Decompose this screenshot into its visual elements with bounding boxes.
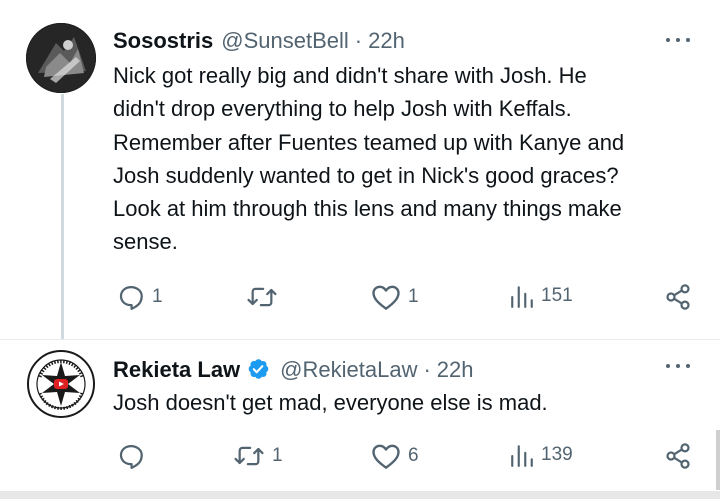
more-dot-icon xyxy=(666,364,670,368)
tweet-2[interactable]: Rekieta Law @RekietaLaw · 22h Josh doesn… xyxy=(0,340,720,491)
views-chart-icon xyxy=(511,286,533,308)
retweet-icon xyxy=(234,446,264,466)
more-dot-icon xyxy=(686,38,690,42)
more-options-button[interactable] xyxy=(666,34,690,46)
retweet-icon xyxy=(247,287,277,307)
user-avatar[interactable] xyxy=(26,23,96,93)
scrollbar[interactable] xyxy=(716,430,720,490)
like-button[interactable]: 1 xyxy=(371,283,419,311)
display-name[interactable]: Rekieta Law xyxy=(113,357,240,383)
like-count: 1 xyxy=(408,286,419,307)
heart-icon xyxy=(372,444,400,469)
more-dot-icon xyxy=(676,38,680,42)
heart-icon xyxy=(372,285,400,310)
tweet-header: Rekieta Law @RekietaLaw · 22h xyxy=(113,353,474,383)
retweet-button[interactable] xyxy=(246,283,285,311)
verified-badge-icon xyxy=(248,359,269,379)
lawyer-star-seal-avatar-icon xyxy=(27,350,95,418)
tweet-1[interactable]: Sosostris @SunsetBell · 22h Nick got rea… xyxy=(0,0,720,339)
tweet-text: Josh doesn't get mad, everyone else is m… xyxy=(113,390,548,415)
user-handle[interactable]: @SunsetBell xyxy=(221,28,349,54)
reply-icon xyxy=(119,444,143,470)
display-name[interactable]: Sosostris xyxy=(113,28,213,54)
bottom-edge-bar xyxy=(0,491,720,499)
reply-count: 1 xyxy=(152,286,163,307)
more-dot-icon xyxy=(686,364,690,368)
tweet-text: Nick got really big and didn't share wit… xyxy=(113,63,625,255)
reply-button[interactable] xyxy=(117,442,152,470)
more-dot-icon xyxy=(676,364,680,368)
views-button[interactable]: 151 xyxy=(510,283,573,309)
views-chart-icon xyxy=(511,445,533,467)
dark-photo-avatar-icon xyxy=(26,23,96,93)
retweet-count: 1 xyxy=(272,445,283,466)
timestamp[interactable]: 22h xyxy=(368,28,405,54)
user-avatar[interactable] xyxy=(26,349,96,419)
meta-separator: · xyxy=(354,28,363,53)
more-options-button[interactable] xyxy=(666,360,690,372)
like-count: 6 xyxy=(408,445,419,466)
share-icon xyxy=(666,443,690,469)
meta-separator: · xyxy=(423,357,431,382)
views-button[interactable]: 139 xyxy=(510,442,573,468)
like-button[interactable]: 6 xyxy=(371,442,419,470)
more-dot-icon xyxy=(666,38,670,42)
timestamp[interactable]: 22h xyxy=(437,357,474,383)
user-handle[interactable]: @RekietaLaw xyxy=(280,357,417,383)
tweet-header: Sosostris @SunsetBell · 22h xyxy=(113,28,405,54)
share-button[interactable] xyxy=(664,442,692,470)
share-icon xyxy=(666,284,690,310)
view-count: 151 xyxy=(541,285,573,306)
reply-button[interactable]: 1 xyxy=(117,283,163,311)
reply-icon xyxy=(119,285,143,311)
retweet-button[interactable]: 1 xyxy=(233,442,283,470)
share-button[interactable] xyxy=(664,283,692,311)
view-count: 139 xyxy=(541,444,573,465)
